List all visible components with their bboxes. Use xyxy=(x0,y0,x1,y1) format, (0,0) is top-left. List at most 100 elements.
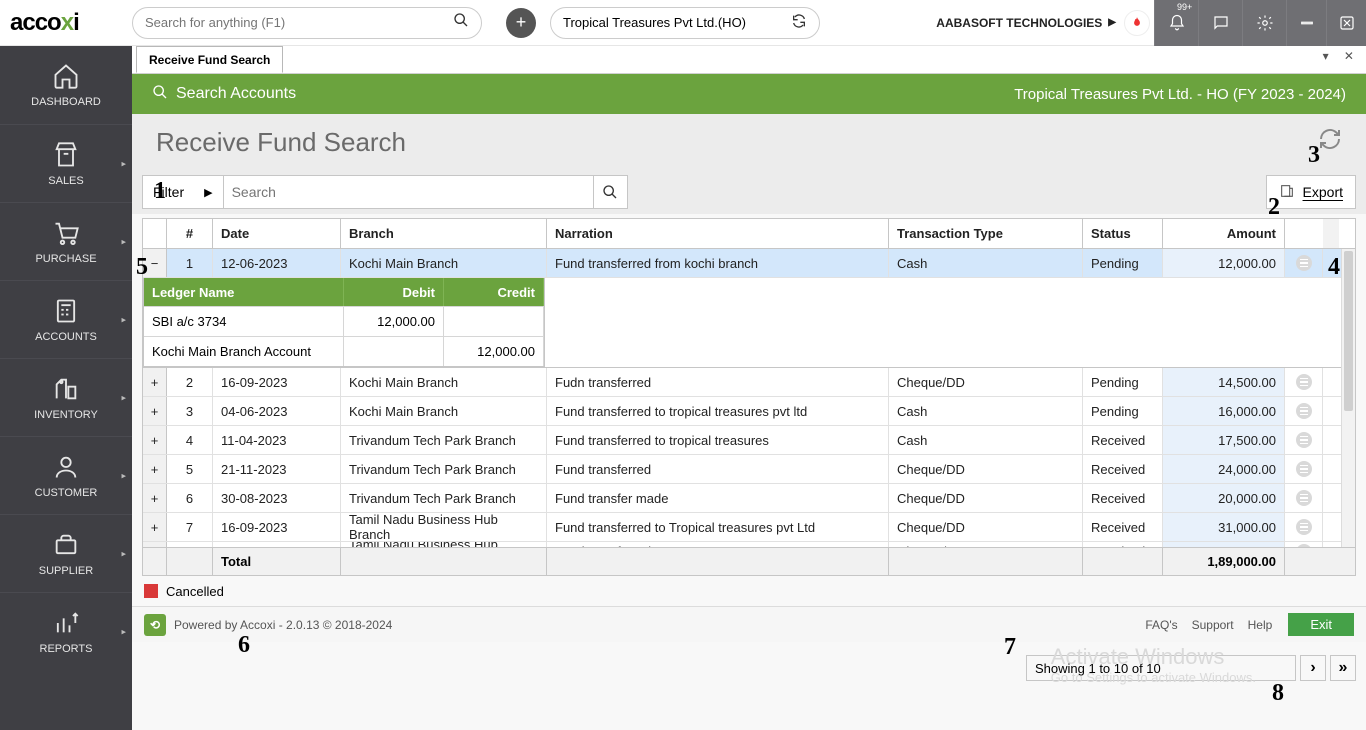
table-row[interactable]: + 4 11-04-2023 Trivandum Tech Park Branc… xyxy=(143,426,1355,455)
global-search-input[interactable] xyxy=(145,15,453,30)
col-menu xyxy=(1285,219,1323,248)
col-status[interactable]: Status xyxy=(1083,219,1163,248)
app-logo: accoxi xyxy=(0,9,132,37)
vertical-scrollbar[interactable] xyxy=(1341,249,1355,547)
table-row[interactable]: + 3 04-06-2023 Kochi Main Branch Fund tr… xyxy=(143,397,1355,426)
export-button[interactable]: Export xyxy=(1266,175,1356,209)
cell-amount: 24,000.00 xyxy=(1163,455,1285,483)
global-search[interactable] xyxy=(132,7,482,39)
sidebar-item-accounts[interactable]: ACCOUNTS ▸ xyxy=(0,280,132,358)
cell-narration: Fund transferred from kochi branch xyxy=(547,249,889,277)
panel-window-controls[interactable]: ▾ ✕ xyxy=(1323,49,1360,63)
cell-status: Pending xyxy=(1083,397,1163,425)
minimize-button[interactable] xyxy=(1286,0,1326,46)
close-button[interactable] xyxy=(1326,0,1366,46)
user-name: AABASOFT TECHNOLOGIES xyxy=(936,16,1102,30)
col-branch[interactable]: Branch xyxy=(341,219,547,248)
cell-transaction-type: Cheque/DD xyxy=(889,484,1083,512)
row-menu-button[interactable] xyxy=(1285,249,1323,277)
table-row[interactable]: − 1 12-06-2023 Kochi Main Branch Fund tr… xyxy=(143,249,1355,278)
cell-index: 5 xyxy=(167,455,213,483)
col-index[interactable]: # xyxy=(167,219,213,248)
cell-date: 11-04-2023 xyxy=(213,426,341,454)
company-selector[interactable]: Tropical Treasures Pvt Ltd.(HO) xyxy=(550,7,820,39)
exit-button[interactable]: Exit xyxy=(1288,613,1354,636)
footer-faq-link[interactable]: FAQ's xyxy=(1145,618,1177,632)
sidebar-item-reports[interactable]: REPORTS ▸ xyxy=(0,592,132,670)
row-menu-button[interactable] xyxy=(1285,426,1323,454)
chevron-right-icon: ▸ xyxy=(121,392,126,403)
collapse-icon[interactable]: − xyxy=(143,249,167,277)
gear-icon[interactable] xyxy=(1242,0,1286,46)
top-bar: accoxi + Tropical Treasures Pvt Ltd.(HO)… xyxy=(0,0,1366,46)
footer-support-link[interactable]: Support xyxy=(1192,618,1234,632)
sidebar-item-purchase[interactable]: PURCHASE ▸ xyxy=(0,202,132,280)
col-date[interactable]: Date xyxy=(213,219,341,248)
table-row[interactable]: + 8 14-12-2023 Tamil Nadu Business Hub B… xyxy=(143,542,1355,547)
sidebar-item-dashboard[interactable]: DASHBOARD xyxy=(0,46,132,124)
ledger-cell-debit: 12,000.00 xyxy=(344,307,444,336)
cell-amount: 14,500.00 xyxy=(1163,368,1285,396)
sidebar-label: ACCOUNTS xyxy=(35,331,97,343)
sidebar-item-inventory[interactable]: INVENTORY ▸ xyxy=(0,358,132,436)
row-menu-button[interactable] xyxy=(1285,484,1323,512)
ledger-cell-credit: 12,000.00 xyxy=(444,337,544,366)
col-amount[interactable]: Amount xyxy=(1163,219,1285,248)
col-narration[interactable]: Narration xyxy=(547,219,889,248)
bell-icon[interactable] xyxy=(1154,0,1198,46)
cell-index: 3 xyxy=(167,397,213,425)
add-button[interactable]: + xyxy=(506,8,536,38)
cell-index: 2 xyxy=(167,368,213,396)
footer-help-link[interactable]: Help xyxy=(1248,618,1273,632)
chevron-right-icon: ▸ xyxy=(121,314,126,325)
grid-search-button[interactable] xyxy=(594,175,628,209)
tab-receive-fund-search[interactable]: Receive Fund Search xyxy=(136,46,283,73)
cell-transaction-type: Cash xyxy=(889,426,1083,454)
expand-icon[interactable]: + xyxy=(143,426,167,454)
table-row[interactable]: + 7 16-09-2023 Tamil Nadu Business Hub B… xyxy=(143,513,1355,542)
filter-label: Filter xyxy=(153,184,184,200)
search-icon[interactable] xyxy=(453,12,469,33)
data-grid: # Date Branch Narration Transaction Type… xyxy=(142,218,1356,576)
sidebar-item-customer[interactable]: CUSTOMER ▸ xyxy=(0,436,132,514)
ledger-cell-name: SBI a/c 3734 xyxy=(144,307,344,336)
pager-last-button[interactable]: » xyxy=(1330,655,1356,681)
row-menu-button[interactable] xyxy=(1285,513,1323,541)
grid-search[interactable] xyxy=(224,175,594,209)
chat-icon[interactable] xyxy=(1198,0,1242,46)
cell-index: 6 xyxy=(167,484,213,512)
cell-transaction-type: Cheque/DD xyxy=(889,513,1083,541)
refresh-icon[interactable] xyxy=(1318,127,1342,157)
sidebar-label: SUPPLIER xyxy=(39,565,93,577)
row-menu-button[interactable] xyxy=(1285,455,1323,483)
table-row[interactable]: + 5 21-11-2023 Trivandum Tech Park Branc… xyxy=(143,455,1355,484)
table-row[interactable]: + 2 16-09-2023 Kochi Main Branch Fudn tr… xyxy=(143,368,1355,397)
cell-date: 12-06-2023 xyxy=(213,249,341,277)
cell-narration: Fudn transferred xyxy=(547,368,889,396)
expand-icon[interactable]: + xyxy=(143,542,167,547)
ledger-cell-debit xyxy=(344,337,444,366)
filter-button[interactable]: Filter ▶ xyxy=(142,175,224,209)
expand-icon[interactable]: + xyxy=(143,513,167,541)
cell-branch: Kochi Main Branch xyxy=(341,368,547,396)
table-row[interactable]: + 6 30-08-2023 Trivandum Tech Park Branc… xyxy=(143,484,1355,513)
context-title[interactable]: Search Accounts xyxy=(176,85,296,103)
sync-icon[interactable] xyxy=(791,13,807,32)
expand-icon[interactable]: + xyxy=(143,484,167,512)
sidebar-item-supplier[interactable]: SUPPLIER ▸ xyxy=(0,514,132,592)
sidebar-item-sales[interactable]: SALES ▸ xyxy=(0,124,132,202)
filter-row: Filter ▶ Export xyxy=(132,170,1366,214)
expand-icon[interactable]: + xyxy=(143,397,167,425)
expand-icon[interactable]: + xyxy=(143,455,167,483)
announcement-icon[interactable] xyxy=(1124,10,1150,36)
pager-next-button[interactable]: › xyxy=(1300,655,1326,681)
cell-amount: 12,000.00 xyxy=(1163,249,1285,277)
top-user[interactable]: AABASOFT TECHNOLOGIES ▶ xyxy=(936,16,1116,30)
expand-icon[interactable]: + xyxy=(143,368,167,396)
grid-search-input[interactable] xyxy=(232,184,585,200)
row-menu-button[interactable] xyxy=(1285,368,1323,396)
row-menu-button[interactable] xyxy=(1285,397,1323,425)
cell-branch: Kochi Main Branch xyxy=(341,249,547,277)
col-transaction-type[interactable]: Transaction Type xyxy=(889,219,1083,248)
row-menu-button[interactable] xyxy=(1285,542,1323,547)
